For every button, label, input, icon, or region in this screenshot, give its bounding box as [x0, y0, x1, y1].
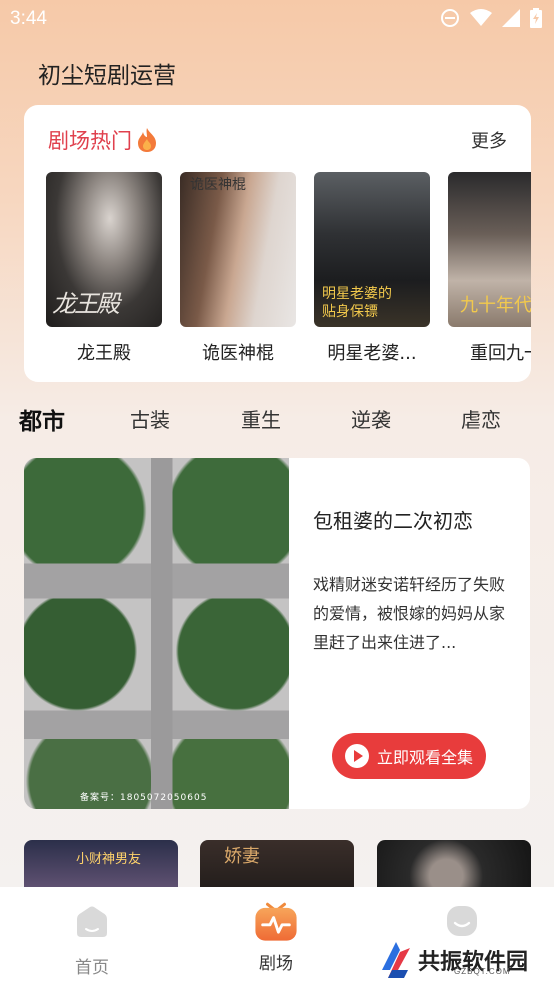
hot-section-title: 剧场热门 [48, 125, 158, 155]
home-icon [77, 906, 107, 937]
status-time: 3:44 [10, 8, 47, 29]
tab-chongsheng[interactable]: 重生 [241, 404, 281, 433]
battery-icon [530, 8, 542, 28]
poster-image: 龙王殿 [46, 172, 162, 327]
nav-theater[interactable]: 剧场 [236, 902, 316, 974]
profile-icon [447, 906, 477, 936]
featured-drama-card[interactable]: 备案号：1805072050605 包租婆的二次初恋 戏精财迷安诺轩经历了失败的… [24, 458, 530, 809]
tab-guzhuang[interactable]: 古装 [130, 404, 170, 433]
fire-icon [138, 128, 156, 152]
poster-logo-art: 龙王殿 [52, 290, 120, 318]
poster-item[interactable]: 九十年代 重回九一 [448, 172, 531, 365]
poster-item[interactable]: 明星老婆的 贴身保镖 明星老婆... [314, 172, 430, 365]
poster-name: 诡医神棍 [202, 343, 274, 364]
poster-image: 诡医神棍 [180, 172, 296, 327]
poster-image: 明星老婆的 贴身保镖 [314, 172, 430, 327]
wifi-icon [470, 9, 492, 26]
poster-image: 九十年代 [448, 172, 531, 327]
tab-nixi[interactable]: 逆袭 [351, 404, 391, 433]
featured-title: 包租婆的二次初恋 [313, 509, 473, 533]
poster-name: 重回九一 [470, 343, 531, 364]
hot-section-card: 剧场热门 更多 龙王殿 龙王殿 诡医神棍 诡医神棍 明星老婆的 贴身保镖 明星老婆… [24, 105, 531, 382]
watch-all-button[interactable]: 立即观看全集 [332, 733, 486, 779]
play-icon [344, 744, 369, 768]
category-tabs: 都市 古装 重生 逆袭 虐恋 [0, 400, 554, 440]
status-icons [440, 8, 542, 28]
thumbnail-art: 小财神男友 [76, 852, 142, 867]
watermark: 共振软件园 GZBQT.COM [378, 940, 528, 980]
poster-logo-art: 明星老婆的 贴身保镖 [322, 286, 392, 320]
cover-caption: 备案号：1805072050605 [80, 793, 208, 803]
tab-nuelian[interactable]: 虐恋 [461, 404, 501, 433]
hot-section-title-text: 剧场热门 [48, 129, 132, 153]
nav-home[interactable]: 首页 [52, 903, 132, 978]
nav-theater-label: 剧场 [259, 954, 293, 974]
featured-description: 戏精财迷安诺轩经历了失败的爱情，被恨嫁的妈妈从家里赶了出来住进了... [313, 575, 506, 652]
watermark-logo-icon [382, 942, 410, 978]
poster-name: 明星老婆... [327, 343, 417, 364]
poster-item[interactable]: 诡医神棍 诡医神棍 [180, 172, 296, 365]
poster-logo-art: 诡医神棍 [190, 177, 246, 193]
poster-logo-art: 九十年代 [460, 295, 531, 316]
app-title: 初尘短剧运营 [38, 63, 176, 89]
more-link[interactable]: 更多 [471, 127, 507, 153]
status-bar: 3:44 [0, 0, 554, 40]
poster-item[interactable]: 龙王殿 龙王殿 [46, 172, 162, 365]
do-not-disturb-icon [441, 9, 459, 27]
tab-dushi[interactable]: 都市 [19, 402, 65, 436]
watermark-subtext: GZBQT.COM [454, 967, 511, 976]
thumbnail-art: 娇妻 [224, 846, 260, 867]
featured-cover-image: 备案号：1805072050605 [24, 458, 289, 809]
theater-icon [255, 902, 297, 941]
poster-name: 龙王殿 [77, 343, 131, 364]
nav-home-label: 首页 [75, 958, 109, 978]
watch-all-label: 立即观看全集 [376, 748, 473, 767]
signal-icon [502, 9, 520, 27]
